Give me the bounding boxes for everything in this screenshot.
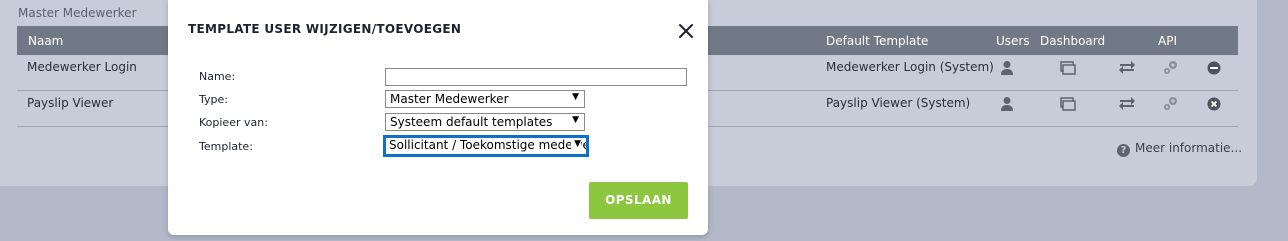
save-button[interactable]: OPSLAAN xyxy=(589,182,688,219)
more-info-label: Meer informatie... xyxy=(1135,141,1243,155)
row-default-template: Medewerker Login (System) xyxy=(826,60,994,74)
row-name: Medewerker Login xyxy=(27,60,137,74)
chevron-down-icon: ▼ xyxy=(571,139,581,149)
template-select[interactable]: Sollicitant / Toekomstige medewerker ▼ xyxy=(383,135,589,157)
copy-from-label: Kopieer van: xyxy=(199,116,268,129)
col-dashboard: Dashboard xyxy=(1040,34,1106,48)
type-select[interactable]: Master Medewerker ▼ xyxy=(385,90,585,108)
copy-from-select-value: Systeem default templates xyxy=(390,115,553,129)
chevron-down-icon: ▼ xyxy=(572,92,579,102)
more-info-link[interactable]: ? Meer informatie... xyxy=(1117,141,1242,157)
template-label: Template: xyxy=(199,140,253,153)
col-name: Naam xyxy=(28,34,64,48)
users-icon[interactable] xyxy=(1000,60,1014,76)
template-select-value: Sollicitant / Toekomstige medewerker xyxy=(389,138,586,152)
swap-icon[interactable] xyxy=(1118,96,1136,111)
row-default-template: Payslip Viewer (System) xyxy=(826,96,971,110)
template-user-modal: TEMPLATE USER WIJZIGEN/TOEVOEGEN Name: T… xyxy=(168,0,708,235)
minus-circle-icon[interactable] xyxy=(1207,61,1221,75)
name-label: Name: xyxy=(199,70,236,83)
col-users: Users xyxy=(996,34,1030,48)
swap-icon[interactable] xyxy=(1118,60,1136,75)
users-icon[interactable] xyxy=(1000,96,1014,112)
gear-icon[interactable] xyxy=(1162,95,1180,112)
close-icon[interactable] xyxy=(674,19,698,43)
help-icon: ? xyxy=(1117,144,1130,157)
chevron-down-icon: ▼ xyxy=(572,115,579,125)
panel-title: Master Medewerker xyxy=(18,6,137,20)
gear-icon[interactable] xyxy=(1162,59,1180,76)
x-circle-icon[interactable] xyxy=(1207,97,1221,111)
modal-title: TEMPLATE USER WIJZIGEN/TOEVOEGEN xyxy=(188,22,462,36)
dashboard-icon[interactable] xyxy=(1060,97,1076,111)
col-api: API xyxy=(1158,34,1177,48)
name-input[interactable] xyxy=(385,68,687,86)
type-select-value: Master Medewerker xyxy=(390,92,509,106)
dashboard-icon[interactable] xyxy=(1060,61,1076,75)
type-label: Type: xyxy=(199,93,228,106)
copy-from-select[interactable]: Systeem default templates ▼ xyxy=(385,113,585,131)
row-name: Payslip Viewer xyxy=(27,96,114,110)
col-default-template: Default Template xyxy=(826,34,929,48)
